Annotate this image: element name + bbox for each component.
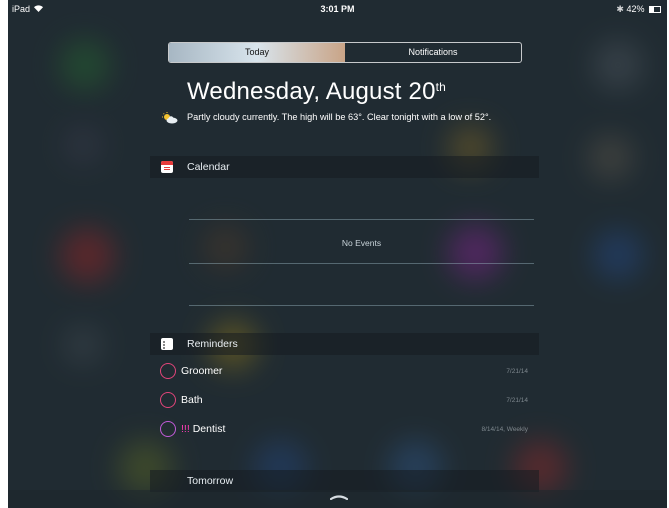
no-events-label: No Events	[341, 238, 382, 248]
divider	[189, 305, 534, 306]
calendar-section-header[interactable]: Calendar	[150, 156, 539, 178]
reminder-checkbox[interactable]	[160, 421, 176, 437]
tab-notifications[interactable]: Notifications	[345, 43, 521, 62]
reminder-item[interactable]: Bath 7/21/14	[160, 392, 534, 410]
reminders-icon	[161, 338, 173, 350]
clock: 3:01 PM	[320, 4, 355, 14]
battery-percent: 42%	[626, 4, 645, 14]
reminders-title: Reminders	[187, 338, 238, 350]
battery-indicator: ✱ 42%	[616, 4, 661, 15]
date-heading: Wednesday, August 20th	[187, 78, 446, 106]
reminder-name: !!! Dentist	[181, 423, 225, 435]
partly-cloudy-icon	[162, 112, 178, 124]
reminder-checkbox[interactable]	[160, 363, 176, 379]
notification-center: iPad 3:01 PM ✱ 42% Today Notifications W…	[8, 0, 667, 508]
today-notifications-segmented-control: Today Notifications	[168, 42, 522, 63]
bluetooth-icon: ✱	[616, 4, 624, 14]
reminder-title: Bath	[181, 394, 203, 406]
battery-icon	[649, 6, 661, 13]
pull-handle-icon[interactable]	[330, 494, 348, 500]
reminder-title: Dentist	[192, 423, 226, 435]
reminders-section-header[interactable]: Reminders	[150, 333, 539, 355]
divider	[189, 219, 534, 220]
divider	[189, 263, 534, 264]
reminder-checkbox[interactable]	[160, 392, 176, 408]
tomorrow-title: Tomorrow	[187, 475, 234, 487]
date-text: Wednesday, August 20	[187, 78, 436, 105]
calendar-title: Calendar	[187, 161, 230, 173]
reminder-priority: !!!	[181, 423, 190, 435]
reminder-date: 7/21/14	[506, 397, 528, 404]
tomorrow-section-header[interactable]: Tomorrow	[150, 470, 539, 492]
reminder-title: Groomer	[181, 365, 223, 377]
reminder-name: Bath	[181, 394, 203, 406]
reminder-name: Groomer	[181, 365, 222, 377]
reminder-date: 7/21/14	[506, 368, 528, 375]
calendar-icon	[161, 161, 173, 173]
reminder-item[interactable]: Groomer 7/21/14	[160, 363, 534, 381]
weather-summary: Partly cloudy currently. The high will b…	[187, 112, 492, 122]
tab-today[interactable]: Today	[169, 43, 345, 62]
status-bar: iPad 3:01 PM ✱ 42%	[8, 0, 667, 18]
reminder-item[interactable]: !!! Dentist 8/14/14, Weekly	[160, 421, 534, 439]
reminder-date: 8/14/14, Weekly	[481, 426, 529, 433]
date-suffix: th	[435, 80, 447, 94]
